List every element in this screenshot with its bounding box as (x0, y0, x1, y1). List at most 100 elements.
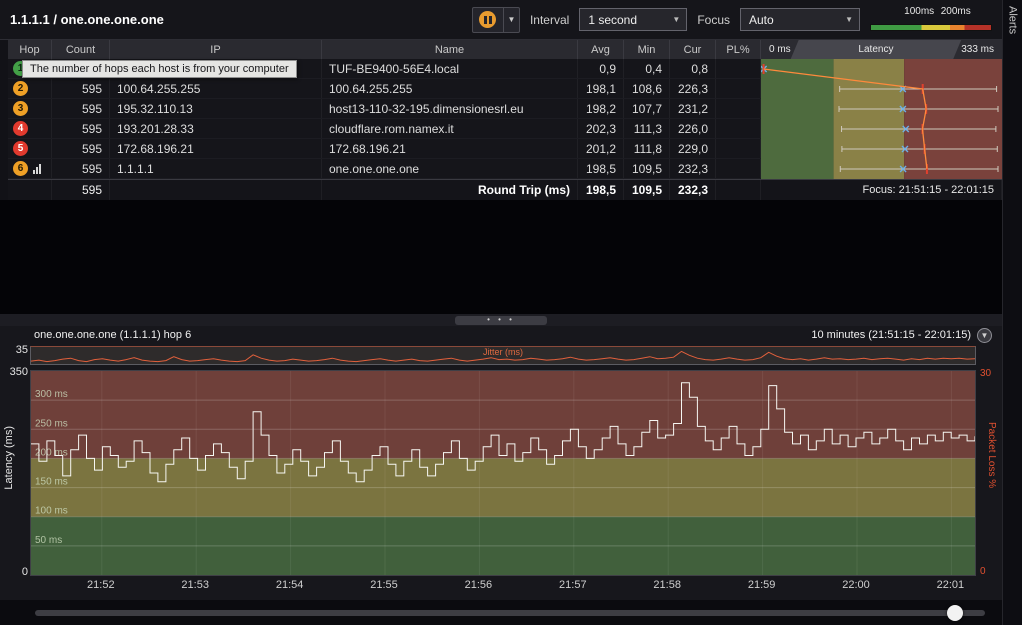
round-trip-label: Round Trip (ms) (322, 180, 578, 200)
graph-title: one.one.one.one (1.1.1.1) hop 6 (34, 329, 191, 341)
cell-cur: 229,0 (670, 139, 716, 158)
cell-pl (716, 99, 761, 118)
cell-avg: 198,1 (578, 79, 624, 98)
column-header-cur[interactable]: Cur (670, 40, 716, 59)
interval-select[interactable]: 1 second ▼ (579, 8, 687, 31)
cell-pl (716, 139, 761, 158)
column-header-hop[interactable]: Hop (8, 40, 52, 59)
svg-text:100 ms: 100 ms (35, 506, 68, 517)
cell-ip: 195.32.110.13 (110, 99, 322, 118)
focus-label: Focus (697, 13, 730, 27)
graph-header: one.one.one.one (1.1.1.1) hop 6 10 minut… (0, 326, 1002, 344)
round-trip-row: 595 Round Trip (ms) 198,5 109,5 232,3 Fo… (8, 179, 1002, 200)
column-header-count[interactable]: Count (52, 40, 110, 59)
column-header-latency[interactable]: 0 ms Latency 333 ms (761, 40, 1002, 59)
hop-badge: 3 (13, 101, 28, 116)
latency-column-graph (761, 59, 1002, 179)
latency-scale-min: 0 ms (761, 40, 799, 59)
jitter-label: Jitter (ms) (31, 347, 975, 357)
hop-badge: 5 (13, 141, 28, 156)
x-tick-label: 21:54 (270, 579, 310, 591)
collapse-graph-button[interactable]: ▼ (977, 328, 992, 343)
scale-label-200ms: 200ms (941, 6, 971, 17)
interval-label: Interval (530, 13, 569, 27)
splitter-handle[interactable]: • • • (455, 316, 547, 325)
alerts-tab[interactable]: Alerts (1002, 0, 1022, 625)
alerts-tab-label: Alerts (1007, 0, 1019, 625)
footer-avg: 198,5 (578, 180, 624, 200)
cell-cur: 231,2 (670, 99, 716, 118)
panel-splitter[interactable]: • • • (0, 314, 1002, 326)
chevron-down-icon: ▼ (672, 15, 680, 24)
chevron-down-icon: ▼ (507, 15, 515, 24)
timeline-scrollbar[interactable] (35, 610, 985, 616)
column-header-name[interactable]: Name (322, 40, 578, 59)
cell-cur: 226,3 (670, 79, 716, 98)
x-tick-label: 21:52 (81, 579, 121, 591)
cell-avg: 201,2 (578, 139, 624, 158)
cell-hop: 2 (8, 79, 52, 98)
column-header-pl[interactable]: PL% (716, 40, 761, 59)
tooltip: The number of hops each host is from you… (22, 60, 297, 78)
svg-text:50 ms: 50 ms (35, 535, 62, 546)
latency-column-title: Latency (858, 44, 893, 55)
cell-cur: 226,0 (670, 119, 716, 138)
y-min-label: 0 (2, 566, 28, 578)
graph-focus-icon (33, 164, 41, 174)
time-graph-panel: one.one.one.one (1.1.1.1) hop 6 10 minut… (0, 326, 1002, 600)
cell-name: TUF-BE9400-56E4.local (322, 59, 578, 78)
cell-min: 109,5 (624, 159, 670, 178)
cell-min: 111,8 (624, 139, 670, 158)
toolbar: 1.1.1.1 / one.one.one.one ▼ Interval 1 s… (0, 0, 1002, 40)
cell-pl (716, 119, 761, 138)
column-header-min[interactable]: Min (624, 40, 670, 59)
svg-text:150 ms: 150 ms (35, 477, 68, 488)
x-axis: 21:5221:5321:5421:5521:5621:5721:5821:59… (30, 579, 976, 593)
cell-hop: 4 (8, 119, 52, 138)
column-header-avg[interactable]: Avg (578, 40, 624, 59)
cell-cur: 0,8 (670, 59, 716, 78)
cell-avg: 198,2 (578, 99, 624, 118)
cell-name: one.one.one.one (322, 159, 578, 178)
svg-text:300 ms: 300 ms (35, 389, 68, 400)
cell-ip: 100.64.255.255 (110, 79, 322, 98)
svg-text:250 ms: 250 ms (35, 418, 68, 429)
column-header-ip[interactable]: IP (110, 40, 322, 59)
packet-loss-max-label: 30 (980, 368, 991, 379)
chevron-down-icon: ▼ (845, 15, 853, 24)
latency-scale-max: 333 ms (953, 40, 1002, 59)
x-tick-label: 21:58 (647, 579, 687, 591)
cell-count: 595 (52, 159, 110, 178)
cell-avg: 202,3 (578, 119, 624, 138)
timeline-scroll-area (0, 600, 1002, 625)
cell-avg: 0,9 (578, 59, 624, 78)
target-title: 1.1.1.1 / one.one.one.one (10, 12, 164, 27)
hop-badge: 4 (13, 121, 28, 136)
pause-button[interactable] (472, 7, 504, 33)
cell-pl (716, 79, 761, 98)
scrollbar-thumb[interactable] (947, 605, 963, 621)
scale-label-100ms: 100ms (904, 6, 934, 17)
focus-range-label: Focus: 21:51:15 - 22:01:15 (761, 180, 1002, 200)
interval-value: 1 second (588, 13, 637, 27)
latency-gradient-bar (870, 24, 992, 31)
cell-name: 172.68.196.21 (322, 139, 578, 158)
cell-ip: 172.68.196.21 (110, 139, 322, 158)
cell-min: 107,7 (624, 99, 670, 118)
pause-options-button[interactable]: ▼ (504, 7, 520, 33)
graph-range-label: 10 minutes (21:51:15 - 22:01:15) (811, 329, 971, 341)
app-window: 1.1.1.1 / one.one.one.one ▼ Interval 1 s… (0, 0, 1022, 625)
x-tick-label: 22:00 (836, 579, 876, 591)
focus-select[interactable]: Auto ▼ (740, 8, 860, 31)
cell-pl (716, 159, 761, 178)
footer-min: 109,5 (624, 180, 670, 200)
cell-name: cloudflare.rom.namex.it (322, 119, 578, 138)
pause-button-group: ▼ (472, 7, 520, 33)
cell-count: 595 (52, 139, 110, 158)
hop-badge: 6 (13, 161, 28, 176)
focus-value: Auto (749, 13, 774, 27)
x-tick-label: 21:53 (175, 579, 215, 591)
pause-icon (479, 11, 496, 28)
x-tick-label: 22:01 (930, 579, 970, 591)
jitter-max-label: 35 (2, 344, 28, 356)
